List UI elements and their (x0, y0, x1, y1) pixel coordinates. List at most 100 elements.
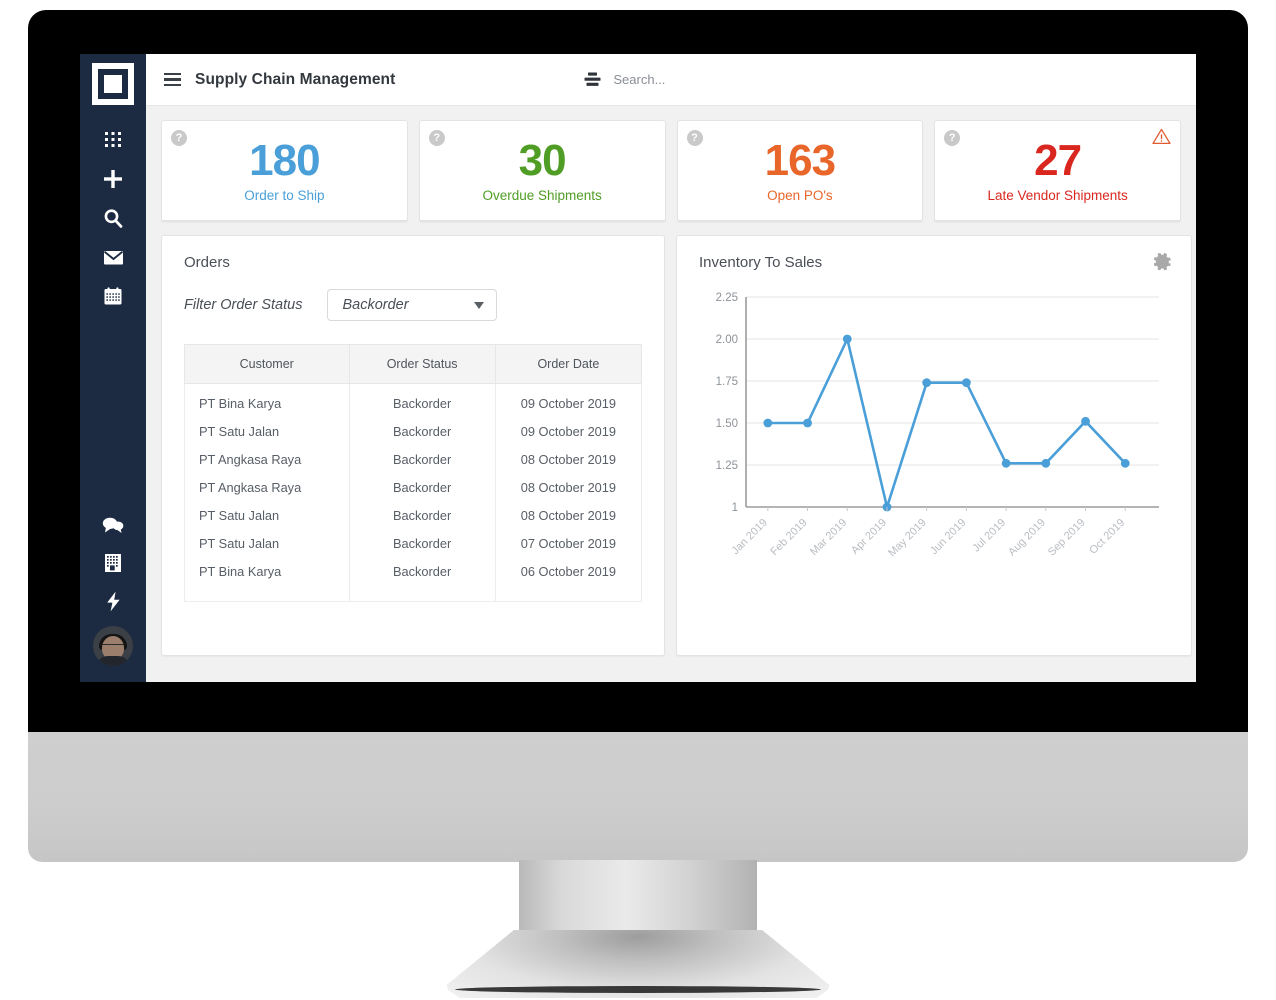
cell-order-date: 07 October 2019 (494, 529, 643, 558)
sidebar-item-activity[interactable] (88, 582, 138, 620)
y-axis-tick-label: 1.25 (716, 460, 738, 472)
search-input[interactable]: Search... (583, 72, 665, 87)
cell-order-date: 09 October 2019 (494, 383, 643, 418)
kpi-card-overdue-shipments[interactable]: ? 30 Overdue Shipments (418, 120, 666, 222)
data-point (763, 418, 773, 428)
kpi-card-order-to-ship[interactable]: ? 180 Order to Ship (161, 120, 408, 222)
data-point (1120, 458, 1130, 468)
magnifier-icon (104, 209, 123, 228)
sidebar-item-calendar[interactable] (88, 277, 138, 315)
sidebar-item-apps-grid[interactable] (88, 121, 138, 159)
warning-icon[interactable] (1152, 128, 1171, 150)
sidebar (80, 54, 146, 682)
filter-order-status-label: Filter Order Status (184, 297, 303, 313)
topbar: Supply Chain Management Search... (146, 54, 1196, 106)
kpi-card-open-pos[interactable]: ? 163 Open PO's (676, 120, 924, 222)
screenshot-stage: Supply Chain Management Search... ? 180 … (0, 0, 1276, 1000)
x-axis-tick-label: Feb 2019 (768, 517, 809, 558)
kpi-label: Order to Ship (244, 187, 325, 203)
cell-customer: PT Bina Karya (184, 557, 350, 586)
sidebar-item-search[interactable] (88, 199, 138, 237)
calendar-icon (104, 286, 122, 304)
cell-order-date: 06 October 2019 (494, 557, 643, 586)
table-row[interactable]: PT Satu Jalan Backorder 09 October 2019 (184, 417, 643, 446)
help-icon[interactable]: ? (171, 130, 187, 146)
cell-order-status: Backorder (348, 557, 496, 586)
y-axis-tick-label: 2.25 (716, 292, 738, 304)
table-row[interactable]: PT Satu Jalan Backorder 07 October 2019 (184, 529, 643, 558)
dashboard: ? 180 Order to Ship ? 30 Overdue Shipmen… (146, 106, 1196, 682)
cell-customer: PT Satu Jalan (184, 501, 350, 530)
y-axis-tick-label: 1.50 (716, 418, 738, 430)
kpi-label: Overdue Shipments (482, 187, 602, 203)
cell-customer: PT Angkasa Raya (184, 445, 350, 474)
order-status-select[interactable]: Backorder (327, 289, 498, 321)
x-axis-tick-label: May 2019 (886, 517, 929, 560)
orders-panel-title: Orders (184, 254, 230, 271)
cell-order-date: 08 October 2019 (494, 501, 643, 530)
kpi-value: 163 (764, 135, 836, 185)
inventory-to-sales-chart: 1 1.25 1.50 1.75 2.00 2.25 Jan 2019 Feb 2019 Mar… (699, 289, 1169, 589)
kpi-value: 30 (518, 135, 567, 185)
sidebar-item-messages[interactable] (88, 506, 138, 544)
line-chart-svg: 1 1.25 1.50 1.75 2.00 2.25 Jan 2019Feb 2019Mar… (716, 292, 1159, 560)
data-point (961, 378, 971, 388)
order-status-select-value: Backorder (342, 297, 409, 313)
building-icon (105, 554, 121, 572)
cell-order-date: 08 October 2019 (494, 473, 643, 502)
user-avatar[interactable] (93, 626, 133, 666)
table-row[interactable]: PT Bina Karya Backorder 06 October 2019 (184, 557, 643, 586)
help-icon[interactable]: ? (428, 130, 445, 146)
table-row[interactable]: PT Satu Jalan Backorder 08 October 2019 (184, 501, 643, 530)
main-area: Supply Chain Management Search... ? 180 … (146, 54, 1196, 682)
gear-icon[interactable] (1151, 251, 1173, 278)
y-axis-tick-label: 1.75 (716, 376, 738, 388)
sidebar-item-add[interactable] (88, 160, 138, 198)
brand-logo[interactable] (92, 63, 134, 105)
plus-icon (104, 170, 122, 188)
sidebar-nav-top (88, 121, 138, 316)
panels-row: Orders Filter Order Status Backorder Cus… (161, 235, 1192, 656)
x-axis-tick-label: Sep 2019 (1046, 517, 1088, 559)
column-header-order-status[interactable]: Order Status (348, 344, 496, 384)
monitor-stand-shadow (455, 986, 821, 993)
hamburger-icon[interactable] (164, 72, 181, 87)
x-axis-tick-label: Jul 2019 (970, 517, 1008, 555)
kpi-label: Late Vendor Shipments (987, 187, 1128, 203)
cell-order-status: Backorder (348, 445, 496, 474)
chevron-down-icon (474, 301, 485, 309)
column-header-customer[interactable]: Customer (184, 344, 350, 384)
cell-customer: PT Angkasa Raya (184, 473, 350, 502)
kpi-card-late-vendor-shipments[interactable]: ? 27 Late Vendor Shipments (934, 120, 1181, 222)
x-axis-tick-label: Jun 2019 (928, 517, 968, 557)
lightning-bolt-icon (106, 591, 120, 611)
data-point (1081, 416, 1090, 426)
help-icon[interactable]: ? (686, 130, 703, 146)
brand-logo-icon (92, 63, 134, 105)
cell-customer: PT Bina Karya (184, 383, 350, 418)
help-icon[interactable]: ? (944, 130, 961, 146)
sidebar-item-mail[interactable] (88, 238, 138, 276)
data-point (842, 334, 852, 344)
x-axis-tick-label: Oct 2019 (1087, 517, 1127, 557)
x-axis-tick-label: Aug 2019 (1006, 517, 1048, 559)
order-status-filter-row: Filter Order Status Backorder (184, 289, 642, 321)
table-row[interactable]: PT Bina Karya Backorder 09 October 2019 (184, 383, 643, 418)
orders-table-head: Customer Order Status Order Date (184, 344, 643, 384)
kpi-value: 180 (249, 135, 320, 185)
chat-bubbles-icon (102, 517, 124, 533)
filter-sliders-icon (584, 72, 601, 86)
orders-panel: Orders Filter Order Status Backorder Cus… (161, 235, 665, 656)
column-header-order-date[interactable]: Order Date (494, 344, 643, 384)
cell-customer: PT Satu Jalan (184, 529, 350, 558)
table-row[interactable]: PT Angkasa Raya Backorder 08 October 201… (184, 473, 643, 502)
table-row[interactable]: PT Angkasa Raya Backorder 08 October 201… (184, 445, 643, 474)
table-row-spacer (184, 585, 643, 602)
search-placeholder: Search... (613, 72, 666, 87)
sidebar-item-company[interactable] (88, 544, 138, 582)
cell-order-status: Backorder (348, 383, 496, 418)
page-title: Supply Chain Management (195, 70, 396, 88)
cell-order-status: Backorder (348, 473, 496, 502)
data-point (1041, 458, 1051, 468)
inventory-to-sales-panel: Inventory To Sales 1 1.25 1.50 1.75 2.00 2.25… (676, 235, 1192, 656)
